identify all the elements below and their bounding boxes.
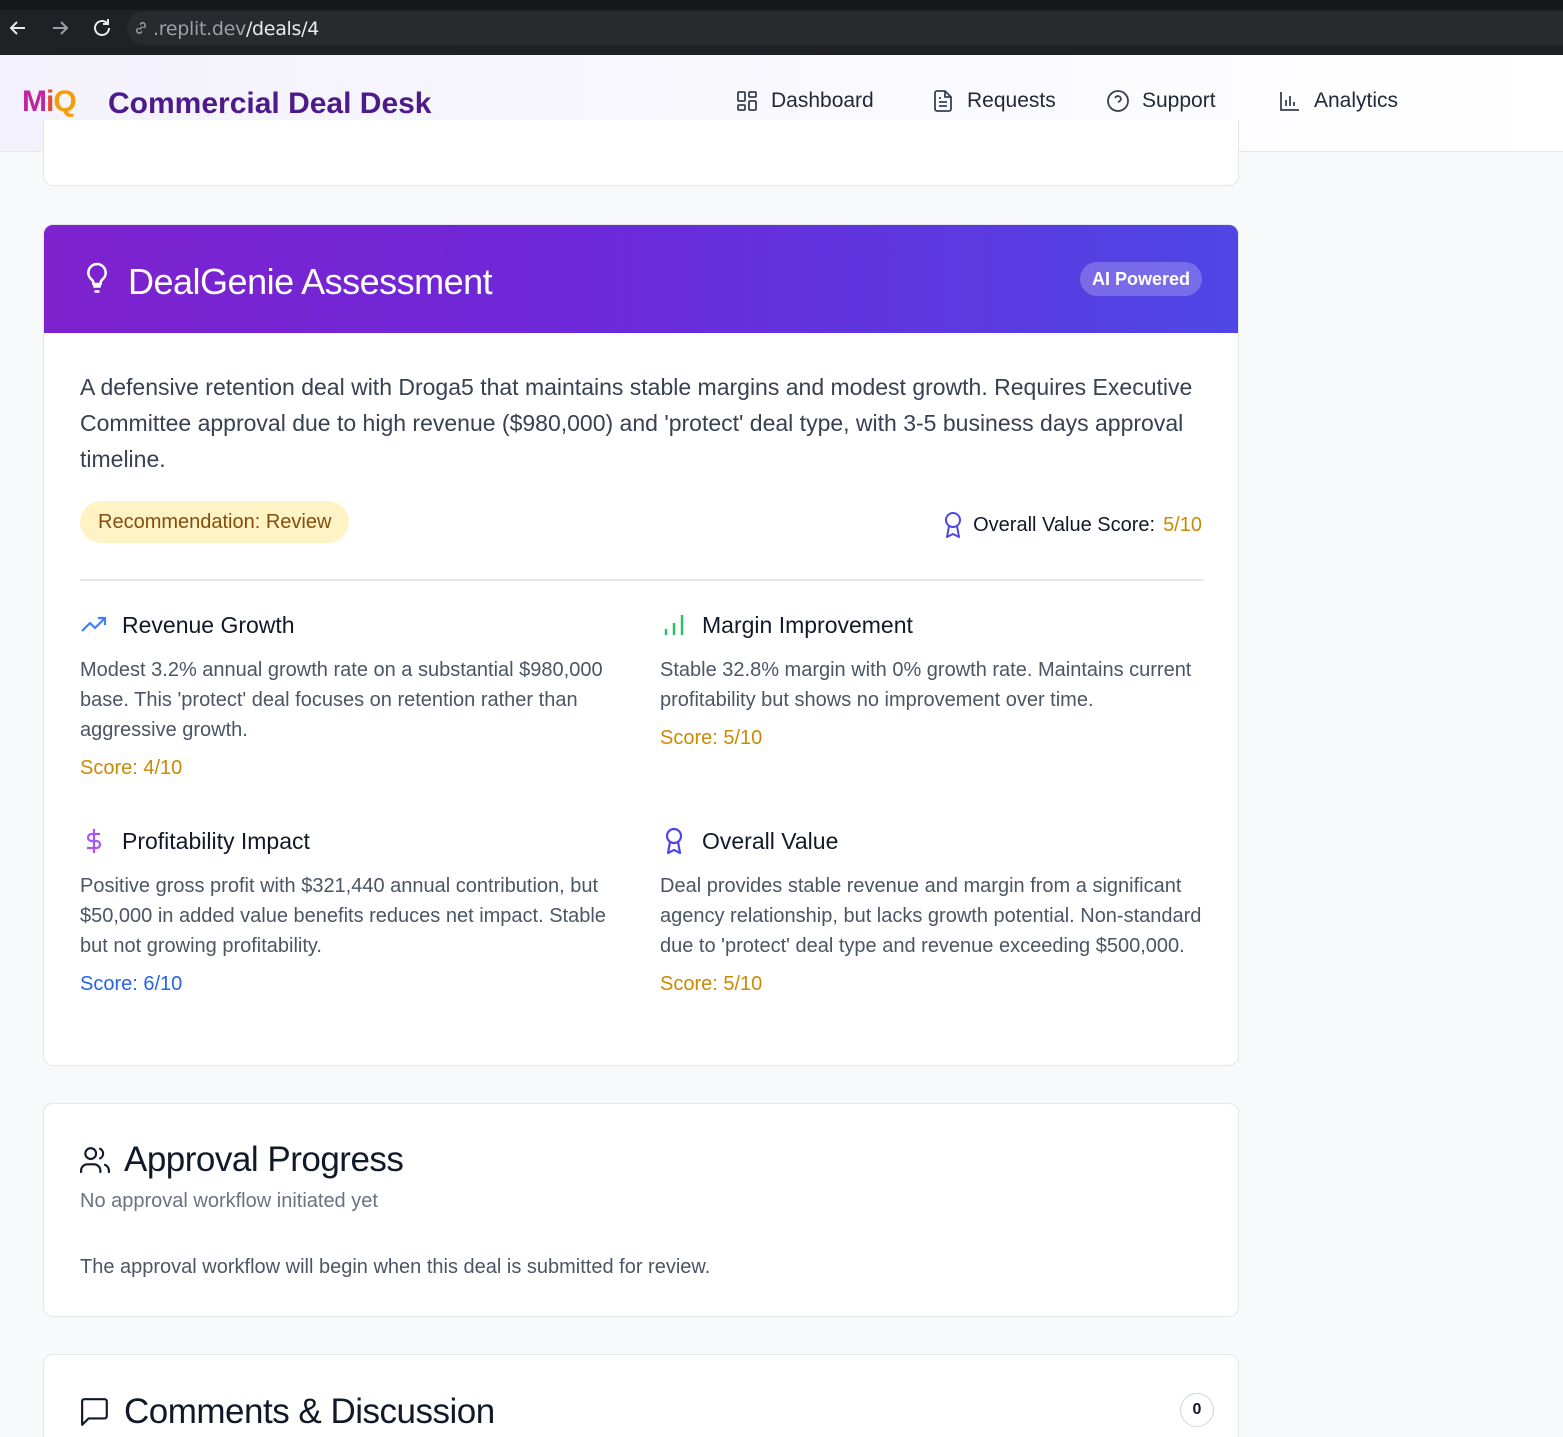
app-title: Commercial Deal Desk bbox=[108, 87, 432, 120]
metric-description: Stable 32.8% margin with 0% growth rate.… bbox=[660, 659, 1192, 711]
back-icon[interactable] bbox=[6, 16, 30, 40]
metric-score: Score: 5/10 bbox=[660, 973, 763, 995]
nav-requests-label: Requests bbox=[967, 89, 1056, 112]
metric-title: Margin Improvement bbox=[702, 611, 913, 638]
approval-subtitle: No approval workflow initiated yet bbox=[80, 1190, 378, 1212]
bar-chart-icon bbox=[1280, 92, 1299, 111]
overall-score-label: Overall Value Score: bbox=[973, 513, 1156, 536]
url-text: .replit.dev/deals/4 bbox=[153, 18, 319, 40]
nav-support-label: Support bbox=[1142, 89, 1216, 112]
metric-score: Score: 4/10 bbox=[80, 757, 183, 779]
comments-card: Comments & Discussion 0 bbox=[43, 1354, 1239, 1437]
lightbulb-icon bbox=[82, 261, 112, 302]
nav-dashboard[interactable]: Dashboard bbox=[735, 89, 874, 113]
metric-description: Modest 3.2% annual growth rate on a subs… bbox=[80, 659, 603, 741]
address-bar[interactable]: .replit.dev/deals/4 bbox=[127, 11, 1563, 45]
overall-value-score: Overall Value Score: 5/10 bbox=[941, 511, 1202, 539]
approval-progress-card: Approval Progress No approval workflow i… bbox=[43, 1103, 1239, 1317]
approval-note: The approval workflow will begin when th… bbox=[80, 1256, 711, 1278]
browser-toolbar: .replit.dev/deals/4 bbox=[0, 0, 1563, 55]
miq-logo[interactable]: MiQ bbox=[22, 85, 77, 119]
help-circle-icon bbox=[1107, 90, 1129, 112]
metric-description: Positive gross profit with $321,440 annu… bbox=[80, 875, 606, 957]
ai-powered-badge: AI Powered bbox=[1079, 262, 1202, 296]
assessment-summary: A defensive retention deal with Droga5 t… bbox=[80, 374, 1193, 472]
metric-title: Revenue Growth bbox=[122, 611, 295, 638]
metric-score: Score: 5/10 bbox=[660, 727, 763, 749]
comment-count-badge: 0 bbox=[1180, 1393, 1214, 1427]
metric-margin-improvement: Margin Improvement Stable 32.8% margin w… bbox=[660, 609, 1210, 750]
nav-requests[interactable]: Requests bbox=[931, 89, 1056, 113]
document-icon bbox=[934, 90, 952, 112]
nav-dashboard-label: Dashboard bbox=[771, 89, 874, 112]
section-divider bbox=[80, 579, 1204, 581]
reload-icon[interactable] bbox=[90, 16, 114, 40]
comments-title-text: Comments & Discussion bbox=[124, 1392, 495, 1431]
link-icon bbox=[133, 20, 149, 41]
users-icon bbox=[80, 1147, 110, 1173]
metric-description: Deal provides stable revenue and margin … bbox=[660, 875, 1202, 957]
forward-icon[interactable] bbox=[48, 16, 72, 40]
recommendation-badge: Recommendation: Review bbox=[80, 501, 350, 543]
dollar-icon bbox=[86, 829, 102, 853]
metric-title: Overall Value bbox=[702, 827, 839, 854]
trending-up-icon bbox=[81, 616, 107, 632]
award-icon bbox=[945, 512, 962, 538]
message-square-icon bbox=[81, 1398, 108, 1426]
comments-title: Comments & Discussion bbox=[80, 1392, 495, 1432]
award-icon bbox=[665, 827, 683, 855]
signal-bars-icon bbox=[664, 615, 684, 635]
metric-overall-value: Overall Value Deal provides stable reven… bbox=[660, 825, 1210, 996]
nav-analytics-label: Analytics bbox=[1314, 89, 1399, 112]
dealgenie-assessment-card: DealGenie Assessment AI Powered A defens… bbox=[43, 224, 1239, 1066]
assessment-header: DealGenie Assessment AI Powered bbox=[44, 225, 1238, 333]
nav-analytics[interactable]: Analytics bbox=[1278, 89, 1398, 113]
assessment-title: DealGenie Assessment bbox=[128, 261, 493, 302]
approval-title-text: Approval Progress bbox=[124, 1140, 404, 1179]
previous-card bbox=[43, 120, 1239, 186]
metric-profitability-impact: Profitability Impact Positive gross prof… bbox=[80, 825, 630, 996]
grid-icon bbox=[737, 91, 757, 111]
metric-title: Profitability Impact bbox=[122, 827, 310, 854]
metric-revenue-growth: Revenue Growth Modest 3.2% annual growth… bbox=[80, 609, 630, 780]
approval-title: Approval Progress bbox=[80, 1140, 404, 1180]
metric-score: Score: 6/10 bbox=[80, 973, 183, 995]
tab-strip bbox=[0, 0, 1563, 10]
overall-score-value: 5/10 bbox=[1163, 513, 1202, 536]
nav-support[interactable]: Support bbox=[1106, 89, 1216, 113]
